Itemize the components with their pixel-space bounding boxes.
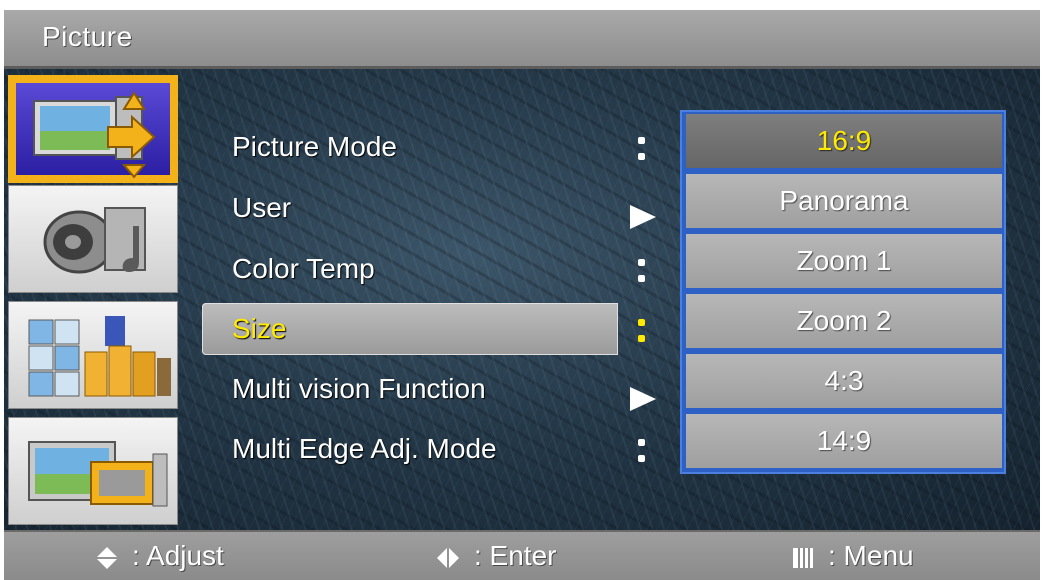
tab-function[interactable] xyxy=(8,417,178,525)
menu-item-multi-vision-function[interactable]: Multi vision Function xyxy=(232,373,486,405)
option-zoom-2[interactable]: Zoom 2 xyxy=(686,294,1002,348)
hint-enter-label: : Enter xyxy=(474,540,557,571)
menu-item-picture-mode[interactable]: Picture Mode xyxy=(232,131,397,163)
menu-item-user[interactable]: User xyxy=(232,192,291,224)
option-panorama[interactable]: Panorama xyxy=(686,174,1002,228)
hint-adjust: : Adjust xyxy=(96,540,224,572)
menu-item-size[interactable]: Size xyxy=(232,313,286,345)
colon-marker xyxy=(630,251,654,291)
option-zoom-1[interactable]: Zoom 1 xyxy=(686,234,1002,288)
menu-icon xyxy=(793,547,813,568)
title-bar: Picture xyxy=(4,10,1040,69)
option-4-3[interactable]: 4:3 xyxy=(686,354,1002,408)
window-title: Picture xyxy=(42,21,133,52)
menu-item-color-temp[interactable]: Color Temp xyxy=(232,253,375,285)
sound-icon xyxy=(43,207,146,274)
colon-marker xyxy=(630,431,654,471)
hint-menu-label: : Menu xyxy=(828,540,914,571)
colon-marker-selected xyxy=(630,311,654,351)
tab-sound[interactable] xyxy=(8,185,178,293)
help-bar: : Adjust : Enter : Menu xyxy=(4,530,1040,580)
setup-icon xyxy=(28,316,171,397)
hint-menu: : Menu xyxy=(792,540,914,572)
tab-setup[interactable] xyxy=(8,301,178,409)
tab-picture[interactable] xyxy=(8,75,178,183)
colon-marker xyxy=(630,129,654,169)
option-14-9[interactable]: 14:9 xyxy=(686,414,1002,468)
size-options-list: 16:9 Panorama Zoom 1 Zoom 2 4:3 14:9 xyxy=(680,110,1006,474)
osd-window: Picture Picture Mode User Color Temp Siz… xyxy=(4,10,1040,580)
left-right-arrow-icon xyxy=(437,547,459,568)
menu-item-multi-edge-adj-mode[interactable]: Multi Edge Adj. Mode xyxy=(232,433,497,465)
category-tabs xyxy=(4,69,186,530)
menu-body: Picture Mode User Color Temp Size Multi … xyxy=(4,69,1040,530)
hint-enter: : Enter xyxy=(436,540,556,572)
submenu-arrow-icon xyxy=(630,197,656,237)
function-icon xyxy=(28,441,168,507)
hint-adjust-label: : Adjust xyxy=(132,540,224,571)
up-down-arrow-icon xyxy=(97,546,117,569)
option-16-9[interactable]: 16:9 xyxy=(686,114,1002,168)
picture-icon xyxy=(33,91,156,179)
submenu-arrow-icon xyxy=(630,379,656,419)
